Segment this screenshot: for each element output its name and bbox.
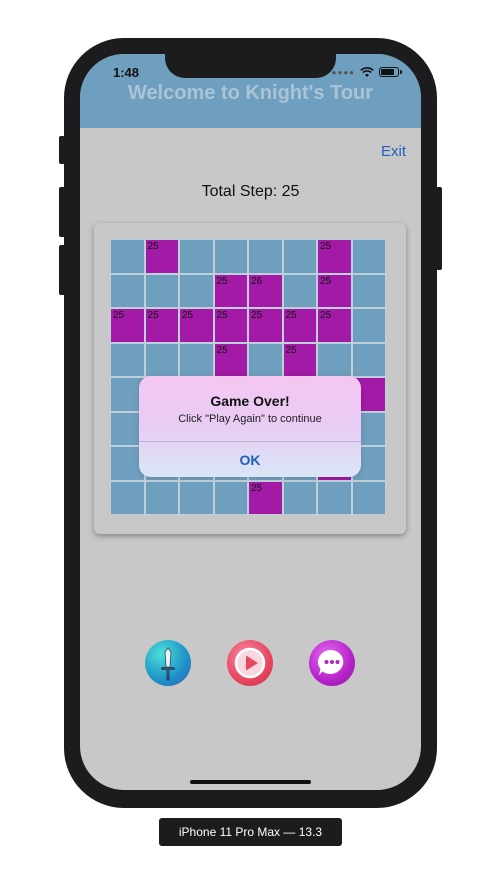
alert-ok-button[interactable]: OK [139,442,361,477]
play-again-button[interactable] [227,640,273,686]
board-cell-label: 25 [251,482,263,494]
board-cell[interactable]: 25 [248,308,283,343]
alert-title: Game Over! [210,393,290,409]
board-cell[interactable]: 25 [248,480,283,515]
board-cell-label: 25 [147,310,159,321]
board-cell[interactable]: 25 [179,308,214,343]
board-cell[interactable]: 25 [110,308,145,343]
board-cell[interactable]: 25 [317,308,352,343]
app-screen: 1:48 ●●●● Welcome to Knight's Tour Exit … [80,54,421,790]
board-cell-label: 25 [182,310,194,321]
sword-icon [161,647,175,681]
board-cell-label: 25 [285,344,297,356]
board-cell[interactable]: 25 [282,308,317,343]
game-over-alert: Game Over! Click "Play Again" to continu… [139,376,361,477]
status-icons: ●●●● [331,66,402,78]
board-cell[interactable] [144,342,179,377]
board-cell-label: 25 [147,241,159,252]
chat-icon [318,649,344,675]
battery-icon [379,67,402,77]
board-cell[interactable] [351,273,386,308]
knight-button[interactable] [145,640,191,686]
board-cell[interactable]: 26 [248,273,283,308]
board-cell[interactable]: 25 [282,342,317,377]
board-cell[interactable]: 25 [317,273,352,308]
board-cell[interactable]: 25 [213,308,248,343]
board-cell-label: 25 [216,344,228,356]
total-step-label: Total Step: 25 [201,183,300,200]
exit-button[interactable]: Exit [381,143,406,160]
board-cell-label: 25 [216,310,228,321]
board-cell[interactable] [179,239,214,274]
play-icon [234,647,266,679]
board-cell[interactable] [144,480,179,515]
board-cell[interactable] [248,342,283,377]
board-cell[interactable] [213,239,248,274]
status-time: 1:48 [113,65,140,80]
board-cell[interactable] [282,480,317,515]
board-cell[interactable] [351,239,386,274]
board-cell[interactable] [351,480,386,515]
board-cell[interactable] [110,480,145,515]
board-cell-label: 25 [320,275,332,287]
board-cell-label: 25 [285,310,297,321]
board-cell[interactable] [248,239,283,274]
board-cell[interactable] [282,239,317,274]
chat-button[interactable] [309,640,355,686]
board-cell-label: 25 [216,275,228,287]
board-cell-label: 25 [113,310,125,321]
board-cell[interactable] [144,273,179,308]
board-cell-label: 26 [251,275,263,287]
alert-message: Click "Play Again" to continue [178,413,322,425]
board-cell[interactable]: 25 [144,308,179,343]
board-cell[interactable]: 25 [213,342,248,377]
board-cell[interactable]: 25 [213,273,248,308]
board-cell[interactable] [317,342,352,377]
board-cell[interactable] [351,342,386,377]
board-cell[interactable] [110,239,145,274]
board-cell[interactable] [213,480,248,515]
board-cell[interactable] [317,480,352,515]
board-cell[interactable] [110,342,145,377]
wifi-icon [360,66,374,77]
board-cell[interactable]: 25 [317,239,352,274]
signal-icon: ●●●● [331,67,355,77]
board-cell-label: 25 [320,241,332,252]
board-cell-label: 25 [320,310,332,321]
board-cell[interactable] [110,273,145,308]
board-cell-label: 25 [251,310,263,321]
board-cell[interactable]: 25 [144,239,179,274]
board-cell[interactable] [179,342,214,377]
board-cell[interactable] [179,480,214,515]
board-cell[interactable] [179,273,214,308]
notch [165,54,336,78]
device-label: iPhone 11 Pro Max — 13.3 [159,818,342,846]
board-cell[interactable] [282,273,317,308]
page-title: Welcome to Knight's Tour [127,82,374,104]
home-indicator[interactable] [190,780,311,784]
board-cell[interactable] [351,308,386,343]
